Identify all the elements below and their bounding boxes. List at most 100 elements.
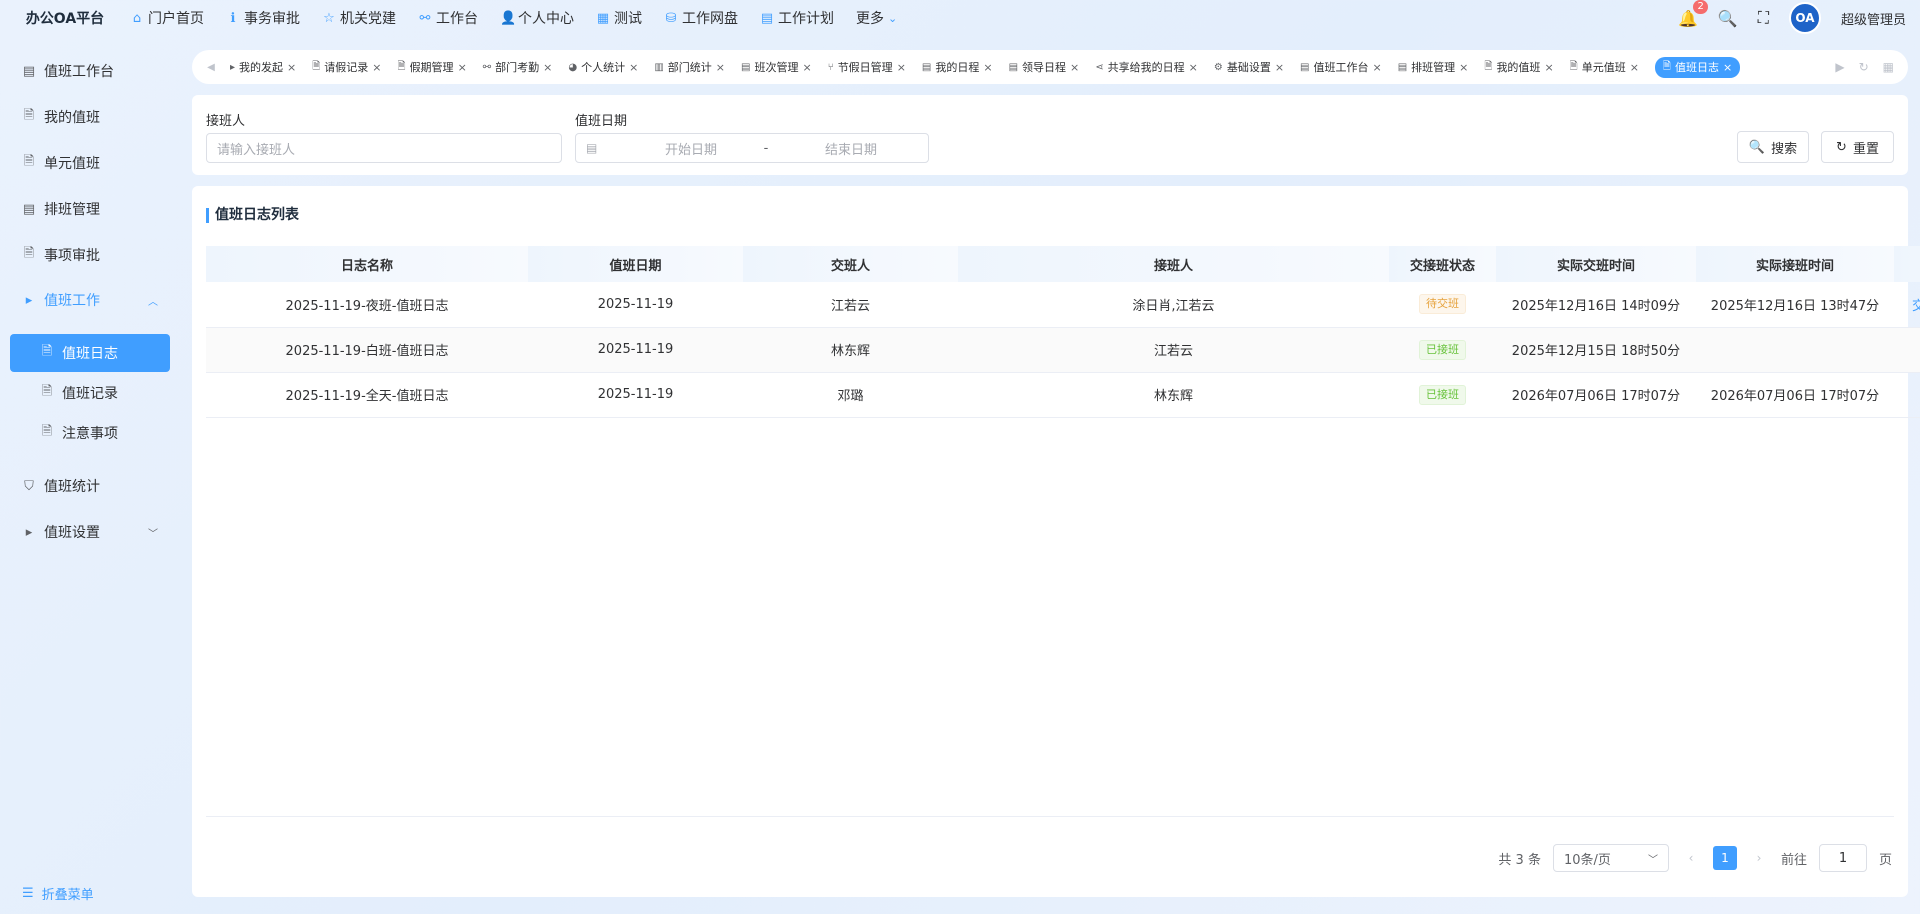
document-icon: 🗎 (41, 384, 53, 399)
tab-scroll-right-icon[interactable]: ▶ (1835, 60, 1844, 74)
sidebar-item-schedule-management[interactable]: ▤ 排班管理 (10, 190, 170, 228)
sidebar-item-notes[interactable]: 🗎 注意事项 (10, 414, 170, 452)
close-icon[interactable]: × (543, 61, 552, 74)
refresh-icon[interactable]: ↻ (1859, 60, 1869, 74)
close-icon[interactable]: × (897, 61, 906, 74)
close-icon[interactable]: × (1070, 61, 1079, 74)
notification-button[interactable]: 🔔 2 (1678, 0, 1708, 28)
close-icon[interactable]: × (1459, 61, 1468, 74)
tab-unit-duty[interactable]: 🗎 单元值班 × (1570, 59, 1639, 76)
tab-shared-schedule[interactable]: ⋖ 共享给我的日程 × (1095, 59, 1198, 75)
chevron-down-icon: ⌄ (888, 11, 898, 25)
nav-test[interactable]: ▦ 测试 (596, 8, 642, 28)
nav-work-plan[interactable]: ▤ 工作计划 (760, 8, 834, 28)
sidebar-item-duty-workbench[interactable]: ▤ 值班工作台 (10, 52, 170, 90)
handover-link[interactable]: 交班 (1912, 299, 1920, 314)
next-page-icon[interactable]: › (1749, 851, 1769, 865)
close-icon[interactable]: × (629, 61, 638, 74)
tab-dept-stats[interactable]: ▥ 部门统计 × (654, 59, 725, 75)
nav-personal-center[interactable]: 👤 个人中心 (500, 8, 574, 28)
column-header: 操作 (1894, 246, 1920, 282)
tab-basic-settings[interactable]: ⚙ 基础设置 × (1214, 59, 1284, 75)
handover-person-cell: 邓璐 (743, 372, 958, 418)
goto-page-input[interactable]: 1 (1818, 844, 1867, 872)
sidebar-item-unit-duty[interactable]: 🗎 单元值班 (10, 144, 170, 182)
pie-icon: ◕ (568, 61, 578, 73)
sidebar-item-duty-log[interactable]: 🗎 值班日志 (10, 334, 170, 372)
close-icon[interactable]: × (802, 61, 811, 74)
share-icon: ⋖ (1095, 61, 1104, 73)
receive-time-cell (1696, 327, 1894, 373)
close-icon[interactable]: × (1189, 61, 1198, 74)
tab-my-schedule[interactable]: ▤ 我的日程 × (922, 59, 993, 75)
close-icon[interactable]: × (983, 61, 992, 74)
close-icon[interactable]: × (716, 61, 725, 74)
close-icon[interactable]: × (1723, 61, 1732, 74)
close-icon[interactable]: × (458, 61, 467, 74)
tab-dept-attendance[interactable]: ⚯ 部门考勤 × (483, 59, 553, 75)
column-header: 接班人 (958, 246, 1389, 282)
nav-portal-home[interactable]: ⌂ 门户首页 (130, 8, 204, 28)
nav-party-building[interactable]: ☆ 机关党建 (322, 8, 396, 28)
actions-cell: 详情 (1894, 372, 1920, 418)
calendar-icon: ▤ (1300, 61, 1310, 73)
grid-icon[interactable]: ▦ (1883, 60, 1894, 74)
table-header-row: 日志名称 值班日期 交班人 接班人 交接班状态 实际交班时间 实际接班时间 操作 (206, 246, 1920, 282)
current-page[interactable]: 1 (1712, 846, 1737, 870)
tab-shift-management[interactable]: ▤ 班次管理 × (741, 59, 812, 75)
collapse-menu-button[interactable]: ☰ 折叠菜单 (22, 884, 94, 903)
tab-leader-schedule[interactable]: ▤ 领导日程 × (1009, 59, 1080, 75)
sidebar-item-my-duty[interactable]: 🗎 我的值班 (10, 98, 170, 136)
tab-holiday-management[interactable]: 🗎 假期管理 × (398, 59, 467, 76)
end-date-input[interactable]: 结束日期 (786, 139, 916, 158)
nav-affairs-approval[interactable]: ℹ 事务审批 (226, 8, 300, 28)
status-badge: 待交班 (1419, 294, 1466, 315)
tab-duty-log[interactable]: 🗎 值班日志 × (1654, 56, 1741, 78)
actions-cell: 交班详情 (1894, 282, 1920, 328)
nav-work-drive[interactable]: ⛁ 工作网盘 (664, 8, 738, 28)
search-button[interactable]: 🔍 搜索 (1737, 131, 1809, 163)
receiver-input[interactable]: 请输入接班人 (206, 133, 562, 163)
close-icon[interactable]: × (287, 61, 296, 74)
tab-schedule-management[interactable]: ▤ 排班管理 × (1398, 59, 1469, 75)
pagination: 共 3 条 10条/页 ﹀ ‹ 1 › 前往 1 页 (1498, 844, 1892, 872)
close-icon[interactable]: × (372, 61, 381, 74)
tab-duty-workbench[interactable]: ▤ 值班工作台 × (1300, 59, 1382, 75)
prev-page-icon[interactable]: ‹ (1681, 851, 1701, 865)
top-nav: ⌂ 门户首页 ℹ 事务审批 ☆ 机关党建 ⚯ 工作台 👤 个人中心 ▦ 测试 ⛁ 工作网盘 ▤… (130, 8, 897, 28)
receiver-cell: 江若云 (958, 327, 1389, 373)
bar-icon: ▥ (654, 61, 664, 73)
tab-festival-management[interactable]: ⑂ 节假日管理 × (828, 59, 906, 75)
start-date-input[interactable]: 开始日期 (626, 139, 756, 158)
info-icon: ℹ (230, 10, 236, 26)
date-range-picker[interactable]: ▤ 开始日期 - 结束日期 (575, 133, 929, 163)
close-icon[interactable]: × (1630, 61, 1639, 74)
table-row: 2025-11-19-白班-值班日志 2025-11-19 林东辉 江若云 已接… (206, 327, 1920, 373)
page-size-select[interactable]: 10条/页 ﹀ (1552, 844, 1669, 872)
sidebar-item-duty-record[interactable]: 🗎 值班记录 (10, 374, 170, 412)
sidebar-item-item-approval[interactable]: 🗎 事项审批 (10, 236, 170, 274)
panel-title: 值班日志列表 (206, 208, 299, 223)
tab-personal-stats[interactable]: ◕ 个人统计 × (568, 59, 638, 75)
nav-workbench[interactable]: ⚯ 工作台 (418, 8, 478, 28)
nav-more[interactable]: 更多 ⌄ (856, 8, 897, 28)
home-icon: ⌂ (132, 10, 142, 26)
tab-scroll-left-icon[interactable]: ◀ (200, 62, 222, 73)
close-icon[interactable]: × (1544, 61, 1553, 74)
avatar[interactable]: OA (1788, 2, 1821, 34)
sidebar: ▤ 值班工作台 🗎 我的值班 🗎 单元值班 ▤ 排班管理 🗎 事项审批 ▸ 值班工作 ︿ 🗎 值… (0, 50, 180, 914)
search-panel: 接班人 请输入接班人 值班日期 ▤ 开始日期 - 结束日期 🔍 搜索 ↻ 重置 (192, 95, 1908, 175)
close-icon[interactable]: × (1373, 61, 1382, 74)
sidebar-item-duty-settings[interactable]: ▸ 值班设置 ﹀ (10, 513, 170, 551)
tab-leave-records[interactable]: 🗎 请假记录 × (312, 59, 381, 76)
username[interactable]: 超级管理员 (1841, 9, 1906, 28)
close-icon[interactable]: × (1275, 61, 1284, 74)
fullscreen-icon[interactable]: ⛶ (1758, 8, 1769, 28)
tab-my-duty[interactable]: 🗎 我的值班 × (1484, 59, 1553, 76)
search-icon[interactable]: 🔍 (1718, 9, 1738, 28)
sidebar-item-duty-statistics[interactable]: ⛉ 值班统计 (10, 467, 170, 505)
top-bar: 办公OA平台 ⌂ 门户首页 ℹ 事务审批 ☆ 机关党建 ⚯ 工作台 👤 个人中心 ▦ 测试 … (0, 0, 1920, 36)
tab-my-initiated[interactable]: ▸ 我的发起 × (230, 59, 296, 75)
sidebar-item-duty-work[interactable]: ▸ 值班工作 ︿ (10, 281, 170, 319)
reset-button[interactable]: ↻ 重置 (1821, 131, 1894, 163)
